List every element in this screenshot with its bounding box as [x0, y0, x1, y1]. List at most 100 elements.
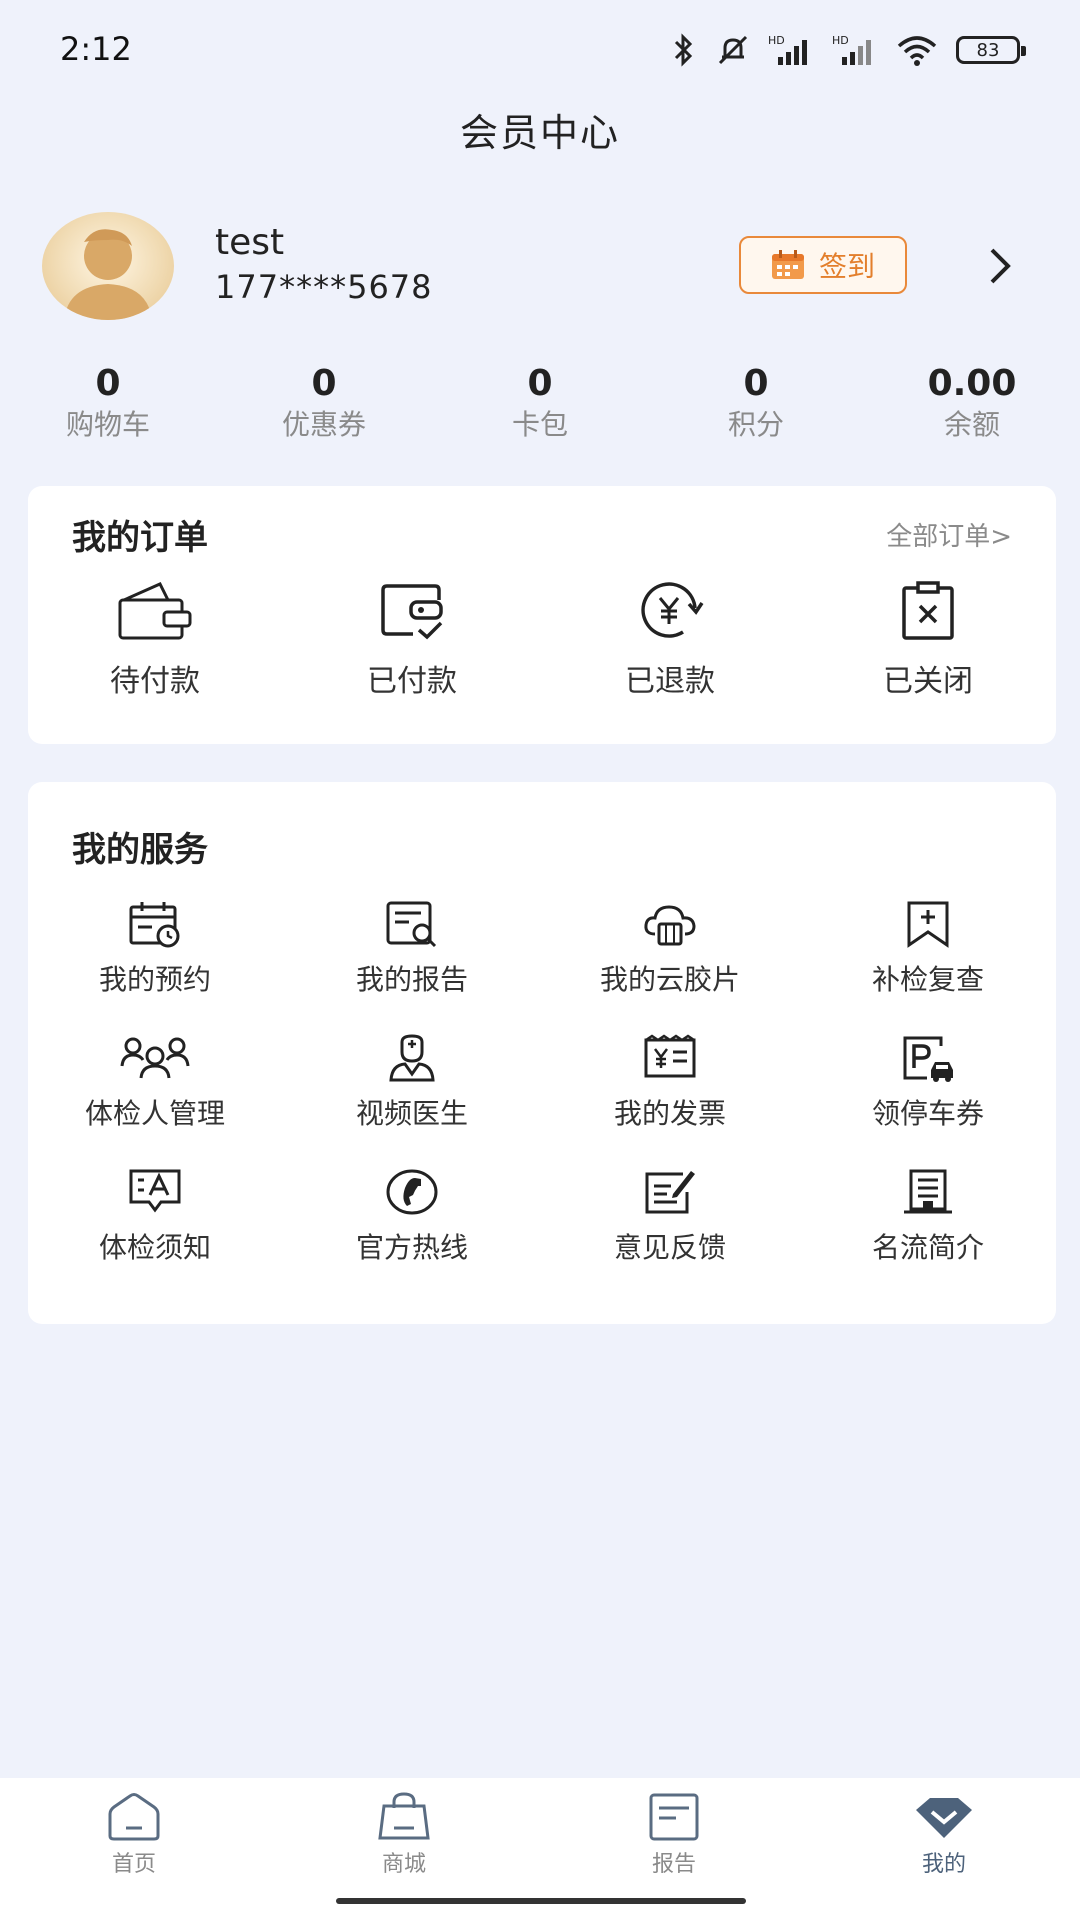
- nav-label: 商城: [381, 1852, 426, 1877]
- avatar[interactable]: [42, 212, 174, 320]
- service-recheck[interactable]: 补检复查: [813, 900, 1043, 998]
- orders-card: 我的订单 全部订单> 待付款 已付款 已退款 已关闭: [28, 486, 1056, 744]
- invoice-icon: [644, 1034, 696, 1078]
- home-indicator: [336, 1898, 746, 1904]
- stat-value: 0: [527, 363, 553, 404]
- service-mingliu-intro[interactable]: 名流简介: [813, 1168, 1043, 1266]
- order-refunded[interactable]: 已退款: [555, 580, 785, 700]
- calendar-icon: [771, 250, 804, 279]
- service-label: 视频医生: [355, 1097, 468, 1130]
- order-label: 已付款: [367, 664, 457, 699]
- svg-text:HD: HD: [768, 34, 785, 47]
- wallet-icon: [118, 582, 192, 640]
- profile-diamond-icon: [916, 1798, 972, 1838]
- service-label: 名流简介: [871, 1231, 984, 1264]
- status-time: 2:12: [60, 30, 132, 68]
- stat-value: 0: [95, 363, 121, 404]
- stat-label: 卡包: [511, 408, 568, 441]
- shopping-bag-icon: [378, 1792, 430, 1840]
- nav-label: 我的: [921, 1852, 966, 1877]
- sign-in-label: 签到: [818, 250, 875, 283]
- bookmark-plus-icon: [907, 901, 949, 948]
- order-label: 待付款: [110, 664, 200, 699]
- nav-label: 报告: [651, 1852, 696, 1877]
- report-icon: [649, 1793, 699, 1841]
- service-video-doctor[interactable]: 视频医生: [297, 1034, 527, 1132]
- nav-label: 首页: [111, 1852, 156, 1877]
- signal-hd-icon: HD: [832, 34, 871, 65]
- mute-icon: [718, 35, 748, 65]
- service-label: 我的发票: [613, 1097, 726, 1130]
- username: test: [215, 222, 285, 263]
- stats-row: 0 购物车 0 优惠券 0 卡包 0 积分 0.00 余额: [0, 362, 1080, 452]
- battery-level: 83: [976, 39, 1000, 61]
- stat-value: 0: [743, 363, 769, 404]
- service-label: 领停车券: [871, 1097, 984, 1130]
- service-cloud-film[interactable]: 我的云胶片: [555, 900, 785, 998]
- stat-label: 优惠券: [281, 408, 366, 441]
- svg-text:HD: HD: [832, 34, 849, 47]
- service-my-invoices[interactable]: 我的发票: [555, 1034, 785, 1132]
- phone-number: 177****5678: [215, 268, 433, 306]
- battery-icon: 83: [956, 36, 1026, 64]
- stat-value: 0.00: [927, 363, 1017, 404]
- stat-points[interactable]: 0 积分: [656, 362, 856, 444]
- wifi-icon: [897, 36, 937, 66]
- stat-cart[interactable]: 0 购物车: [8, 362, 208, 444]
- service-feedback[interactable]: 意见反馈: [555, 1168, 785, 1266]
- report-search-icon: [386, 901, 437, 948]
- service-label: 我的云胶片: [599, 963, 740, 996]
- stat-balance[interactable]: 0.00 余额: [872, 362, 1072, 444]
- home-icon: [108, 1793, 160, 1841]
- stat-coupons[interactable]: 0 优惠券: [224, 362, 424, 444]
- service-my-reports[interactable]: 我的报告: [297, 900, 527, 998]
- services-card: 我的服务 我的预约 我的报告 我的云胶片 补检复查 体检人管理 视频医生 我的发…: [28, 782, 1056, 1324]
- stat-label: 购物车: [65, 408, 150, 441]
- service-official-hotline[interactable]: 官方热线: [297, 1168, 527, 1266]
- bluetooth-icon: [674, 33, 693, 67]
- nav-home[interactable]: 首页: [34, 1792, 234, 1878]
- orders-title: 我的订单: [72, 518, 208, 558]
- nav-mall[interactable]: 商城: [304, 1792, 504, 1878]
- stat-value: 0: [311, 363, 337, 404]
- yuan-refund-icon: [641, 582, 704, 638]
- clipboard-x-icon: [902, 581, 954, 640]
- service-examinee-management[interactable]: 体检人管理: [40, 1034, 270, 1132]
- building-icon: [904, 1169, 952, 1214]
- person-silhouette-icon: [64, 229, 152, 320]
- service-label: 体检人管理: [84, 1097, 225, 1130]
- stat-label: 积分: [727, 408, 784, 441]
- stat-card-wallet[interactable]: 0 卡包: [440, 362, 640, 444]
- all-orders-link[interactable]: 全部订单>: [886, 516, 1012, 553]
- status-icons: HD HD 83: [668, 28, 1026, 72]
- people-icon: [120, 1037, 190, 1079]
- calendar-clock-icon: [129, 902, 180, 948]
- service-label: 我的预约: [98, 963, 211, 996]
- service-label: 我的报告: [355, 963, 468, 996]
- signal-hd-icon: HD: [768, 34, 807, 65]
- service-exam-notice[interactable]: 体检须知: [40, 1168, 270, 1266]
- chevron-right-icon[interactable]: [978, 244, 1022, 288]
- nav-mine[interactable]: 我的: [844, 1792, 1044, 1878]
- order-closed[interactable]: 已关闭: [813, 580, 1043, 700]
- order-paid[interactable]: 已付款: [297, 580, 527, 700]
- feedback-icon: [645, 1171, 695, 1214]
- service-label: 官方热线: [355, 1231, 468, 1264]
- service-label: 体检须知: [98, 1231, 211, 1264]
- nav-report[interactable]: 报告: [574, 1792, 774, 1878]
- doctor-icon: [389, 1034, 435, 1082]
- cloud-film-icon: [644, 905, 696, 946]
- stat-label: 余额: [943, 408, 1000, 441]
- order-label: 已退款: [625, 664, 715, 699]
- sign-in-button[interactable]: 签到: [739, 236, 907, 294]
- service-label: 意见反馈: [613, 1231, 726, 1264]
- phone-icon: [386, 1169, 438, 1215]
- parking-icon: [903, 1036, 953, 1082]
- notice-icon: [129, 1169, 181, 1213]
- services-title: 我的服务: [72, 830, 208, 870]
- service-my-appointments[interactable]: 我的预约: [40, 900, 270, 998]
- service-parking-coupon[interactable]: 领停车券: [813, 1034, 1043, 1132]
- status-bar: 2:12 HD HD 83: [0, 0, 1080, 100]
- order-pending-payment[interactable]: 待付款: [40, 580, 270, 700]
- page-title: 会员中心: [459, 111, 620, 155]
